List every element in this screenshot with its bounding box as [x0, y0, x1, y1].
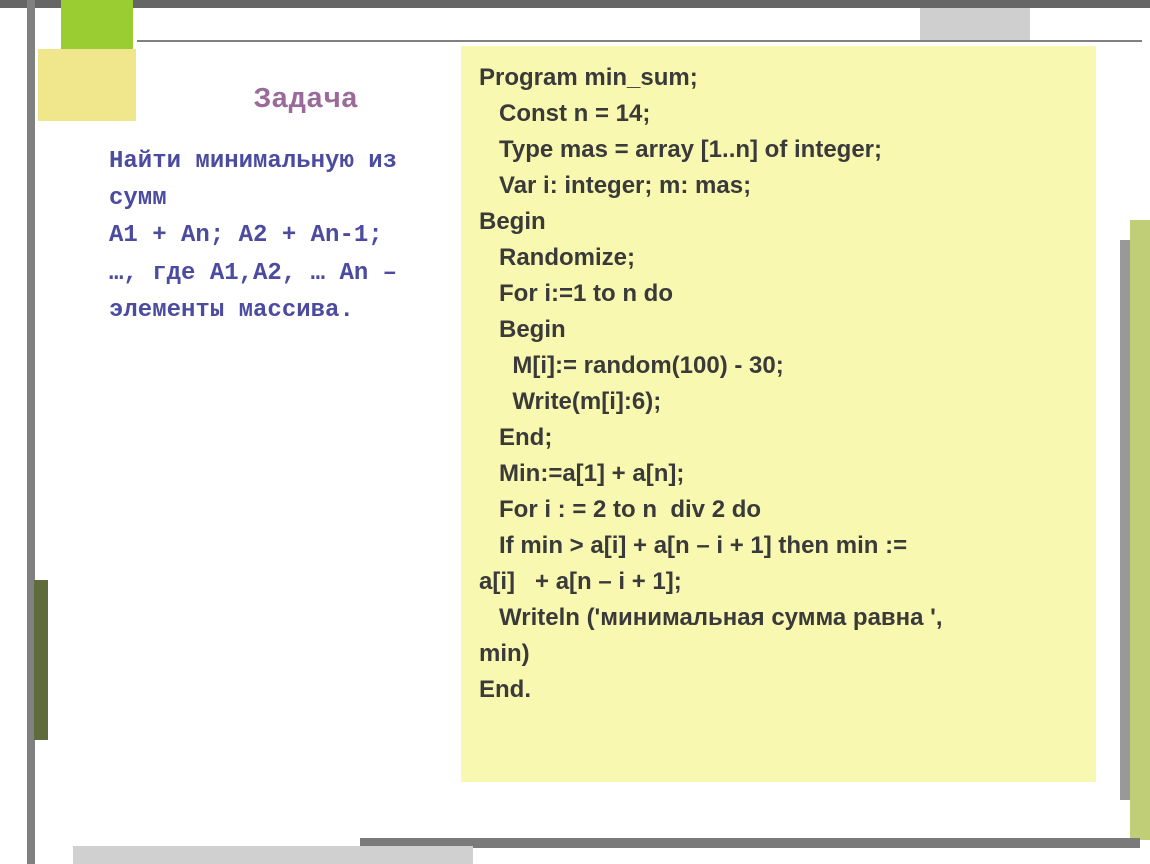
decor-bottom-olive	[34, 580, 48, 740]
code-line: a[i] + a[n – i + 1];	[479, 564, 1078, 600]
top-border	[0, 0, 1150, 8]
slide-title: Задача	[169, 78, 443, 123]
code-line: Min:=a[1] + a[n];	[479, 456, 1078, 492]
problem-line: Найти минимальную из сумм	[109, 143, 443, 217]
code-line: For i : = 2 to n div 2 do	[479, 492, 1078, 528]
decor-green-square	[61, 0, 133, 49]
problem-panel: Задача Найти минимальную из сумм A1 + An…	[105, 68, 447, 748]
code-line: If min > a[i] + a[n – i + 1] then min :=	[479, 528, 1078, 564]
problem-line: элементы массива.	[109, 292, 443, 329]
code-line: For i:=1 to n do	[479, 276, 1078, 312]
slide-border-top	[137, 40, 1142, 42]
code-line: min)	[479, 636, 1078, 672]
code-line: Type mas = array [1..n] of integer;	[479, 132, 1078, 168]
decor-right-gray	[1120, 240, 1130, 800]
code-line: Randomize;	[479, 240, 1078, 276]
code-line: End.	[479, 672, 1078, 708]
decor-right-green	[1130, 220, 1150, 840]
code-line: Const n = 14;	[479, 96, 1078, 132]
code-line: Var i: integer; m: mas;	[479, 168, 1078, 204]
decor-top-right	[920, 8, 1030, 40]
problem-line: A1 + An; A2 + An-1;	[109, 217, 443, 254]
decor-bottom-gray	[73, 846, 473, 864]
code-panel: Program min_sum; Const n = 14; Type mas …	[461, 46, 1096, 782]
code-line: Write(m[i]:6);	[479, 384, 1078, 420]
code-line: M[i]:= random(100) - 30;	[479, 348, 1078, 384]
decor-bottom-bar	[360, 838, 1140, 848]
code-line: End;	[479, 420, 1078, 456]
code-line: Begin	[479, 204, 1078, 240]
code-line: Begin	[479, 312, 1078, 348]
code-line: Writeln ('минимальная сумма равна ',	[479, 600, 1078, 636]
code-line: Program min_sum;	[479, 60, 1078, 96]
problem-line: …, где A1,A2, … An –	[109, 255, 443, 292]
